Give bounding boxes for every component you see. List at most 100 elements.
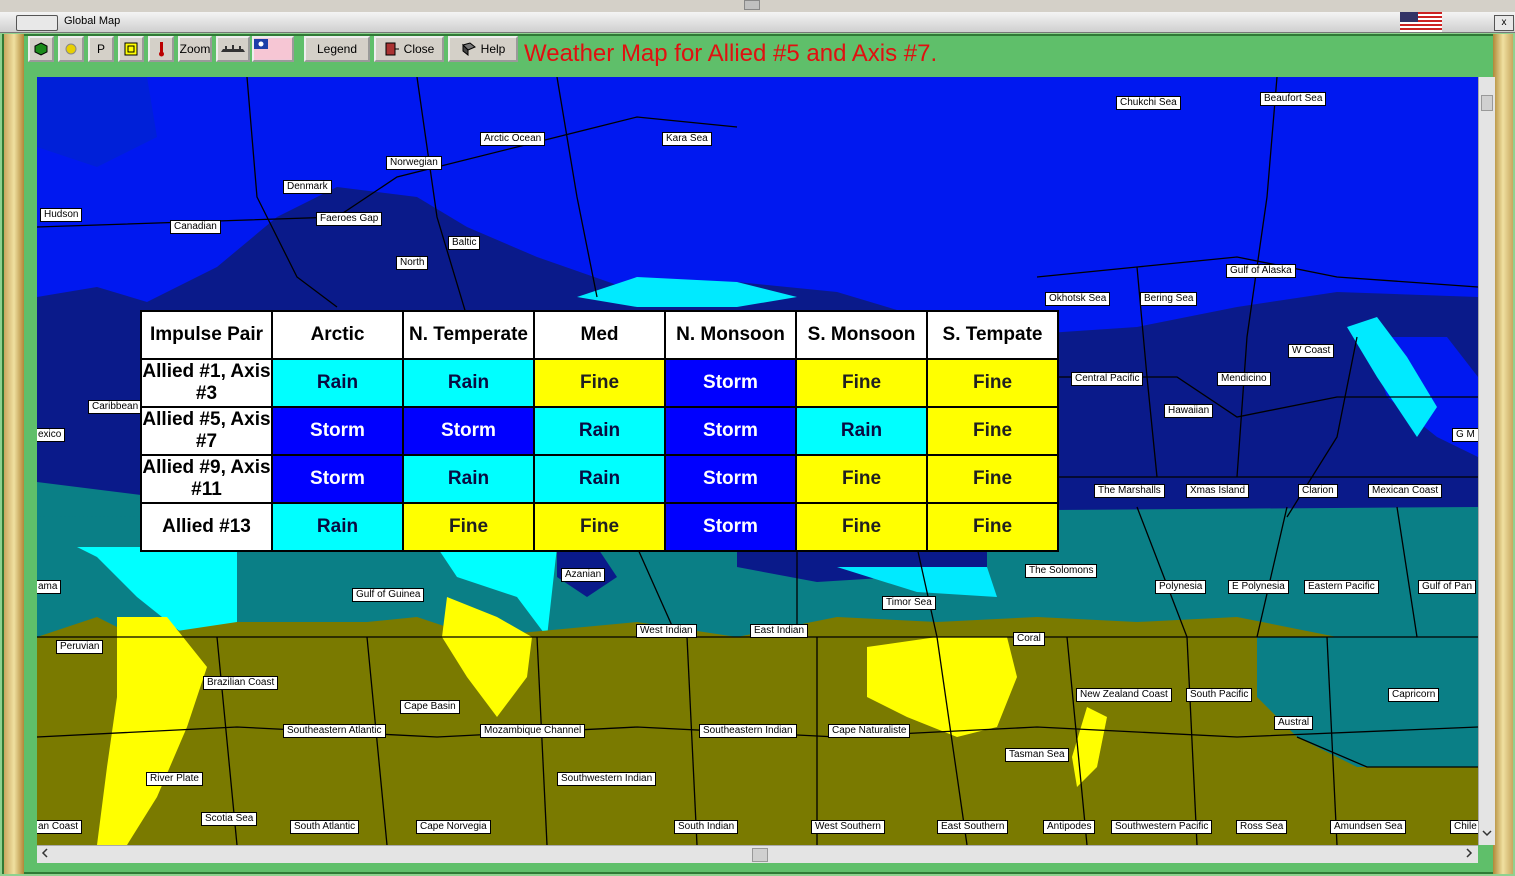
scroll-left-arrow-icon[interactable]	[41, 848, 49, 858]
map-title: Weather Map for Allied #5 and Axis #7.	[524, 40, 938, 67]
grid-button[interactable]	[118, 36, 144, 62]
weather-cell: Fine	[926, 406, 1059, 456]
zoom-button[interactable]: Zoom	[178, 36, 212, 62]
region-label: W Coast	[1288, 344, 1335, 358]
units-button[interactable]	[216, 36, 250, 62]
region-label: Peruvian	[56, 640, 104, 654]
weather-cell: Rain	[271, 358, 404, 408]
china-flag-icon	[254, 39, 292, 59]
weather-cell: Storm	[664, 502, 797, 552]
scroll-right-arrow-icon[interactable]	[1465, 848, 1473, 858]
region-label: Gulf of Alaska	[1226, 264, 1296, 278]
legend-label: Legend	[316, 42, 358, 56]
header-s-tempate: S. Tempate	[926, 310, 1059, 360]
weather-cell: Storm	[664, 454, 797, 504]
region-label: an Coast	[37, 820, 83, 834]
horizontal-scrollbar[interactable]	[37, 845, 1478, 863]
region-label: Capricorn	[1388, 688, 1440, 702]
weather-cell: Fine	[533, 502, 666, 552]
region-label: Hudson	[40, 208, 83, 222]
impulse-pair-cell: Allied #5, Axis #7	[140, 406, 273, 456]
weather-table: Impulse Pair Arctic N. Temperate Med N. …	[140, 310, 1059, 552]
region-label: Chukchi Sea	[1116, 96, 1181, 110]
header-med: Med	[533, 310, 666, 360]
header-impulse-pair: Impulse Pair	[140, 310, 273, 360]
thermometer-button[interactable]	[148, 36, 174, 62]
horizontal-scroll-thumb[interactable]	[752, 848, 768, 862]
p-button[interactable]: P	[88, 36, 114, 62]
header-s-monsoon: S. Monsoon	[795, 310, 928, 360]
weather-cell: Fine	[795, 454, 928, 504]
close-button[interactable]: Close	[374, 36, 444, 62]
region-label: Southeastern Indian	[699, 724, 797, 738]
ships-icon	[221, 45, 245, 52]
region-label: Cape Naturaliste	[828, 724, 911, 738]
region-label: exico	[37, 428, 66, 442]
help-button[interactable]: Help	[448, 36, 518, 62]
weather-cell: Rain	[533, 454, 666, 504]
region-label: Coral	[1013, 632, 1045, 646]
hex-icon	[34, 42, 48, 56]
vertical-scrollbar[interactable]	[1478, 77, 1495, 845]
help-book-icon	[461, 42, 476, 56]
region-label: Polynesia	[1155, 580, 1207, 594]
sun-icon	[65, 43, 77, 55]
region-label: Antipodes	[1043, 820, 1096, 834]
close-door-icon	[385, 42, 399, 56]
region-label: Mexican Coast	[1368, 484, 1443, 498]
table-row: Allied #13 Rain Fine Fine Storm Fine Fin…	[140, 502, 1059, 552]
top-scroll-thumb[interactable]	[744, 0, 760, 10]
help-label: Help	[480, 42, 506, 56]
weather-cell: Storm	[271, 406, 404, 456]
region-label: Gulf of Pan	[1418, 580, 1477, 594]
legend-button[interactable]: Legend	[304, 36, 370, 62]
header-arctic: Arctic	[271, 310, 404, 360]
weather-button[interactable]	[58, 36, 84, 62]
weather-cell: Storm	[271, 454, 404, 504]
region-label: North	[396, 256, 429, 270]
region-label: Caribbean	[88, 400, 143, 414]
window-title: Global Map	[64, 15, 121, 27]
thermometer-icon	[159, 42, 164, 57]
region-label: South Indian	[674, 820, 739, 834]
region-label: Clarion	[1298, 484, 1338, 498]
region-label: The Solomons	[1025, 564, 1098, 578]
region-label: Azanian	[561, 568, 606, 582]
weather-cell: Rain	[533, 406, 666, 456]
header-n-temperate: N. Temperate	[402, 310, 535, 360]
weather-cell: Fine	[926, 454, 1059, 504]
weather-cell: Fine	[795, 358, 928, 408]
table-row: Allied #5, Axis #7 Storm Storm Rain Stor…	[140, 406, 1059, 456]
region-label: Chile	[1450, 820, 1478, 834]
zoom-label: Zoom	[179, 42, 211, 56]
weather-cell: Storm	[402, 406, 535, 456]
region-label: Cape Basin	[400, 700, 460, 714]
weather-cell: Rain	[402, 358, 535, 408]
impulse-pair-cell: Allied #13	[140, 502, 273, 552]
impulse-pair-cell: Allied #1, Axis #3	[140, 358, 273, 408]
region-label: Cape Norvegia	[416, 820, 491, 834]
weather-cell: Storm	[664, 406, 797, 456]
window-titlebar: Global Map x	[0, 12, 1515, 33]
region-label: ama	[37, 580, 62, 594]
region-label: Norwegian	[386, 156, 442, 170]
vertical-scroll-thumb[interactable]	[1481, 95, 1493, 111]
region-label: River Plate	[146, 772, 203, 786]
nation-flag-button[interactable]	[252, 36, 294, 62]
table-row: Allied #9, Axis #11 Storm Rain Rain Stor…	[140, 454, 1059, 504]
region-label: G M	[1452, 428, 1478, 442]
region-label: Southwestern Indian	[557, 772, 657, 786]
weather-cell: Fine	[402, 502, 535, 552]
region-label: The Marshalls	[1094, 484, 1165, 498]
window-close-button[interactable]: x	[1494, 15, 1514, 31]
weather-cell: Fine	[795, 502, 928, 552]
region-label: Amundsen Sea	[1330, 820, 1407, 834]
hex-button[interactable]	[28, 36, 54, 62]
us-flag-icon	[1400, 12, 1442, 32]
region-label: Austral	[1274, 716, 1314, 730]
scroll-down-arrow-icon[interactable]	[1482, 829, 1492, 837]
system-menu-button[interactable]	[16, 15, 58, 31]
region-label: Xmas Island	[1186, 484, 1250, 498]
region-label: E Polynesia	[1228, 580, 1289, 594]
region-label: Southwestern Pacific	[1111, 820, 1213, 834]
